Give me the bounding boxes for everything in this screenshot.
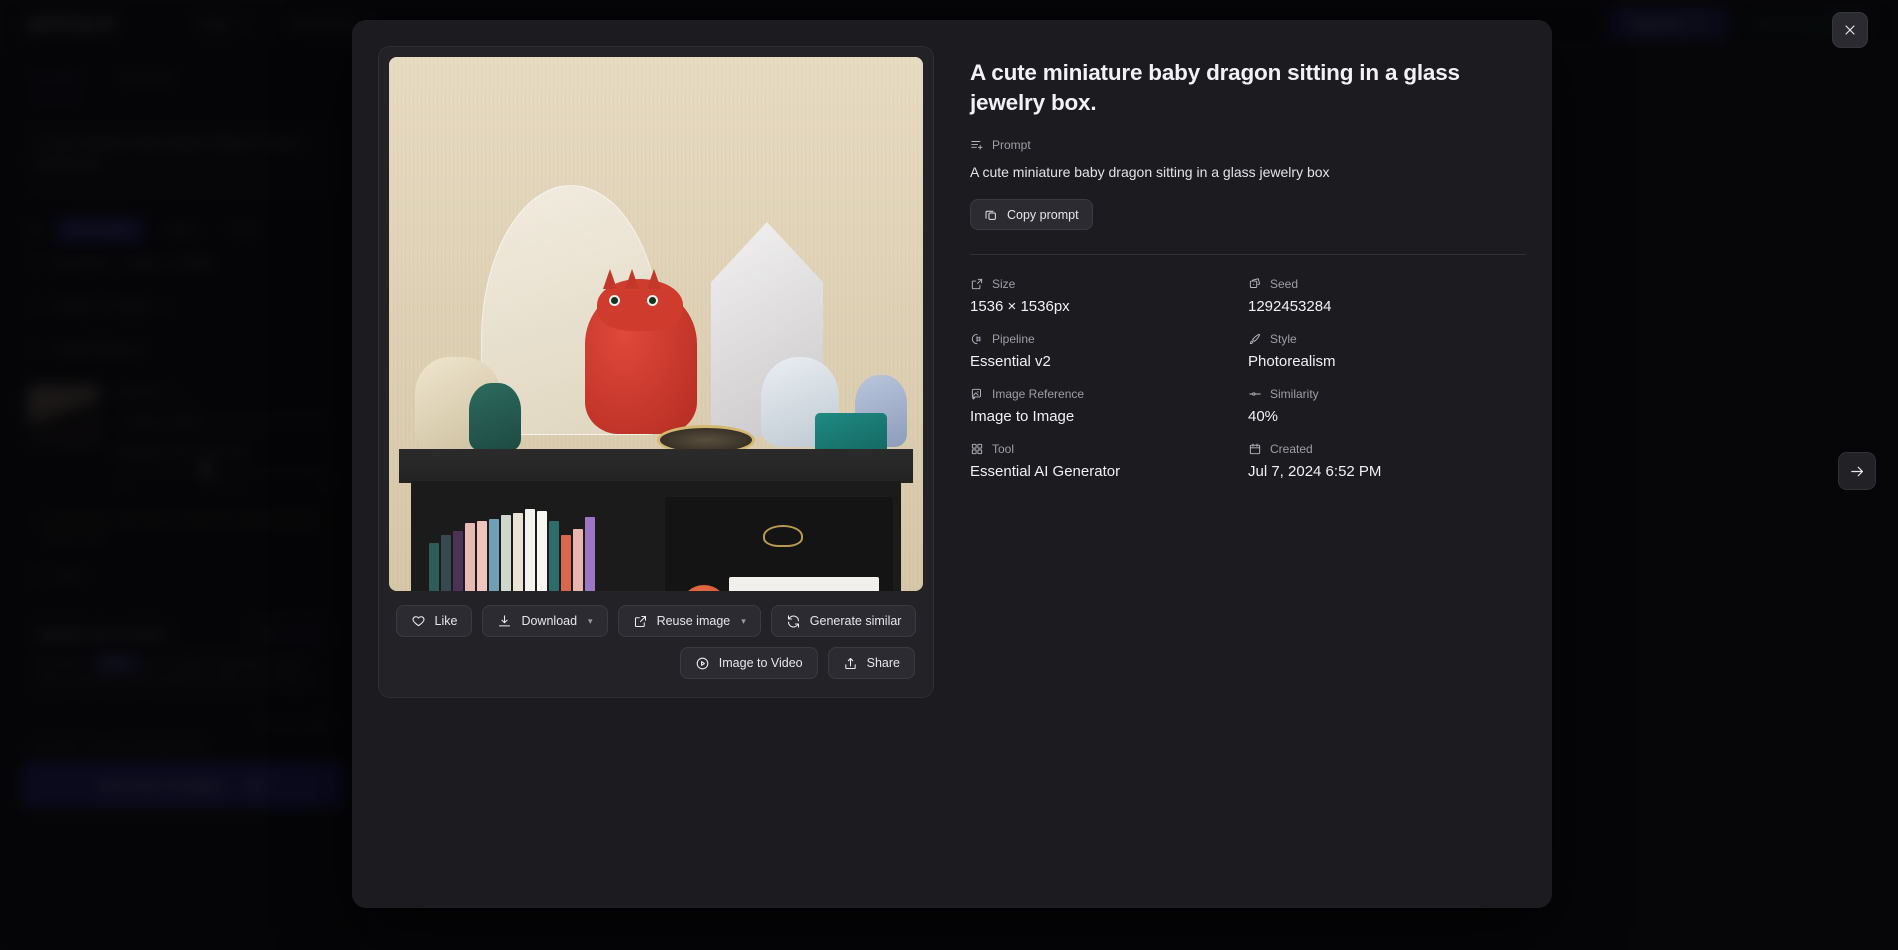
metadata-value-seed: 1292453284 xyxy=(1248,298,1332,316)
share-button-label: Share xyxy=(866,656,900,670)
image-to-video-button[interactable]: Image to Video xyxy=(679,647,818,679)
like-button-label: Like xyxy=(434,614,458,628)
metadata-item-similarity: Similarity 40% xyxy=(1248,387,1526,425)
copy-prompt-button[interactable]: Copy prompt xyxy=(970,199,1093,231)
image-actions-primary: Like Download ▾ Reuse image ▾ Generate s… xyxy=(395,605,917,637)
book-row xyxy=(429,499,641,591)
shelf-top-surface xyxy=(399,449,913,483)
download-button-label: Download xyxy=(521,614,578,628)
metadata-value-style: Photorealism xyxy=(1248,353,1336,371)
image-detail-modal: Like Download ▾ Reuse image ▾ Generate s… xyxy=(352,20,1552,908)
arrow-right-icon xyxy=(1850,466,1863,476)
metadata-grid: Size 1536 × 1536px Seed 1292453284 Pipel… xyxy=(970,277,1526,480)
chevron-down-icon: ▾ xyxy=(588,615,593,626)
metadata-label-style: Style xyxy=(1270,332,1297,347)
metadata-label-created: Created xyxy=(1270,442,1313,457)
heart-icon xyxy=(411,615,425,626)
calendar-icon xyxy=(1249,443,1261,455)
prompt-icon xyxy=(971,140,983,150)
metadata-label-seed: Seed xyxy=(1270,277,1299,292)
image-card: Like Download ▾ Reuse image ▾ Generate s… xyxy=(378,46,934,698)
reuse-image-button[interactable]: Reuse image ▾ xyxy=(617,605,761,637)
metadata-item-pipeline: Pipeline Essential v2 xyxy=(970,332,1248,370)
metadata-item-size: Size 1536 × 1536px xyxy=(970,277,1248,315)
slider-icon xyxy=(1249,392,1261,396)
generate-similar-button[interactable]: Generate similar xyxy=(770,605,917,637)
white-box-upper xyxy=(729,577,879,591)
download-icon xyxy=(499,614,511,626)
metadata-value-pipeline: Essential v2 xyxy=(970,353,1051,371)
copy-icon xyxy=(985,210,996,220)
external-link-icon xyxy=(634,615,646,627)
dragon-figurine-red xyxy=(585,269,697,434)
generated-image[interactable] xyxy=(389,57,923,591)
metadata-item-tool: Tool Essential AI Generator xyxy=(970,442,1248,480)
dice-icon xyxy=(1249,278,1261,289)
metadata-item-style: Style Photorealism xyxy=(1248,332,1526,370)
grid-icon xyxy=(971,444,983,455)
download-button[interactable]: Download ▾ xyxy=(482,605,608,637)
metadata-item-image-reference: Image Reference Image to Image xyxy=(970,387,1248,425)
refresh-icon xyxy=(787,614,799,628)
next-image-button[interactable] xyxy=(1838,452,1876,490)
metadata-label-size: Size xyxy=(992,277,1016,292)
share-button[interactable]: Share xyxy=(827,647,915,679)
metadata-label-pipeline: Pipeline xyxy=(992,332,1035,347)
close-modal-button[interactable] xyxy=(1832,12,1868,48)
metadata-value-image-reference: Image to Image xyxy=(970,408,1075,426)
metadata-label-tool: Tool xyxy=(992,442,1015,457)
metadata-value-size: 1536 × 1536px xyxy=(970,298,1070,316)
info-divider xyxy=(970,254,1526,256)
brush-icon xyxy=(1249,334,1261,345)
metadata-label-image-reference: Image Reference xyxy=(992,387,1085,402)
metadata-value-tool: Essential AI Generator xyxy=(970,463,1121,481)
prompt-label-text: Prompt xyxy=(992,137,1031,152)
size-icon xyxy=(971,279,983,290)
metadata-label-similarity: Similarity xyxy=(1270,387,1319,402)
chevron-down-icon: ▾ xyxy=(741,615,746,626)
dragon-figurine-teal xyxy=(469,383,521,451)
like-button[interactable]: Like xyxy=(395,605,473,637)
metadata-value-created: Jul 7, 2024 6:52 PM xyxy=(1248,463,1382,481)
drawer-handle xyxy=(763,525,803,547)
generate-similar-button-label: Generate similar xyxy=(809,614,902,628)
reuse-image-button-label: Reuse image xyxy=(656,614,731,628)
metadata-item-created: Created Jul 7, 2024 6:52 PM xyxy=(1248,442,1526,480)
image-reference-icon xyxy=(971,389,981,400)
close-icon xyxy=(1845,25,1855,35)
image-title: A cute miniature baby dragon sitting in … xyxy=(970,60,1460,115)
image-actions: Like Download ▾ Reuse image ▾ Generate s… xyxy=(389,591,923,679)
pipeline-icon xyxy=(971,334,981,345)
image-actions-secondary: Image to Video Share xyxy=(395,647,917,679)
image-info-panel: A cute miniature baby dragon sitting in … xyxy=(970,46,1526,908)
prompt-text: A cute miniature baby dragon sitting in … xyxy=(970,163,1330,180)
image-to-video-button-label: Image to Video xyxy=(718,656,803,670)
share-icon xyxy=(844,657,856,669)
prompt-field-label: Prompt xyxy=(970,138,1526,152)
metadata-item-seed: Seed 1292453284 xyxy=(1248,277,1526,315)
copy-prompt-label: Copy prompt xyxy=(1007,207,1079,222)
metadata-value-similarity: 40% xyxy=(1248,408,1279,426)
play-circle-icon xyxy=(696,657,709,669)
